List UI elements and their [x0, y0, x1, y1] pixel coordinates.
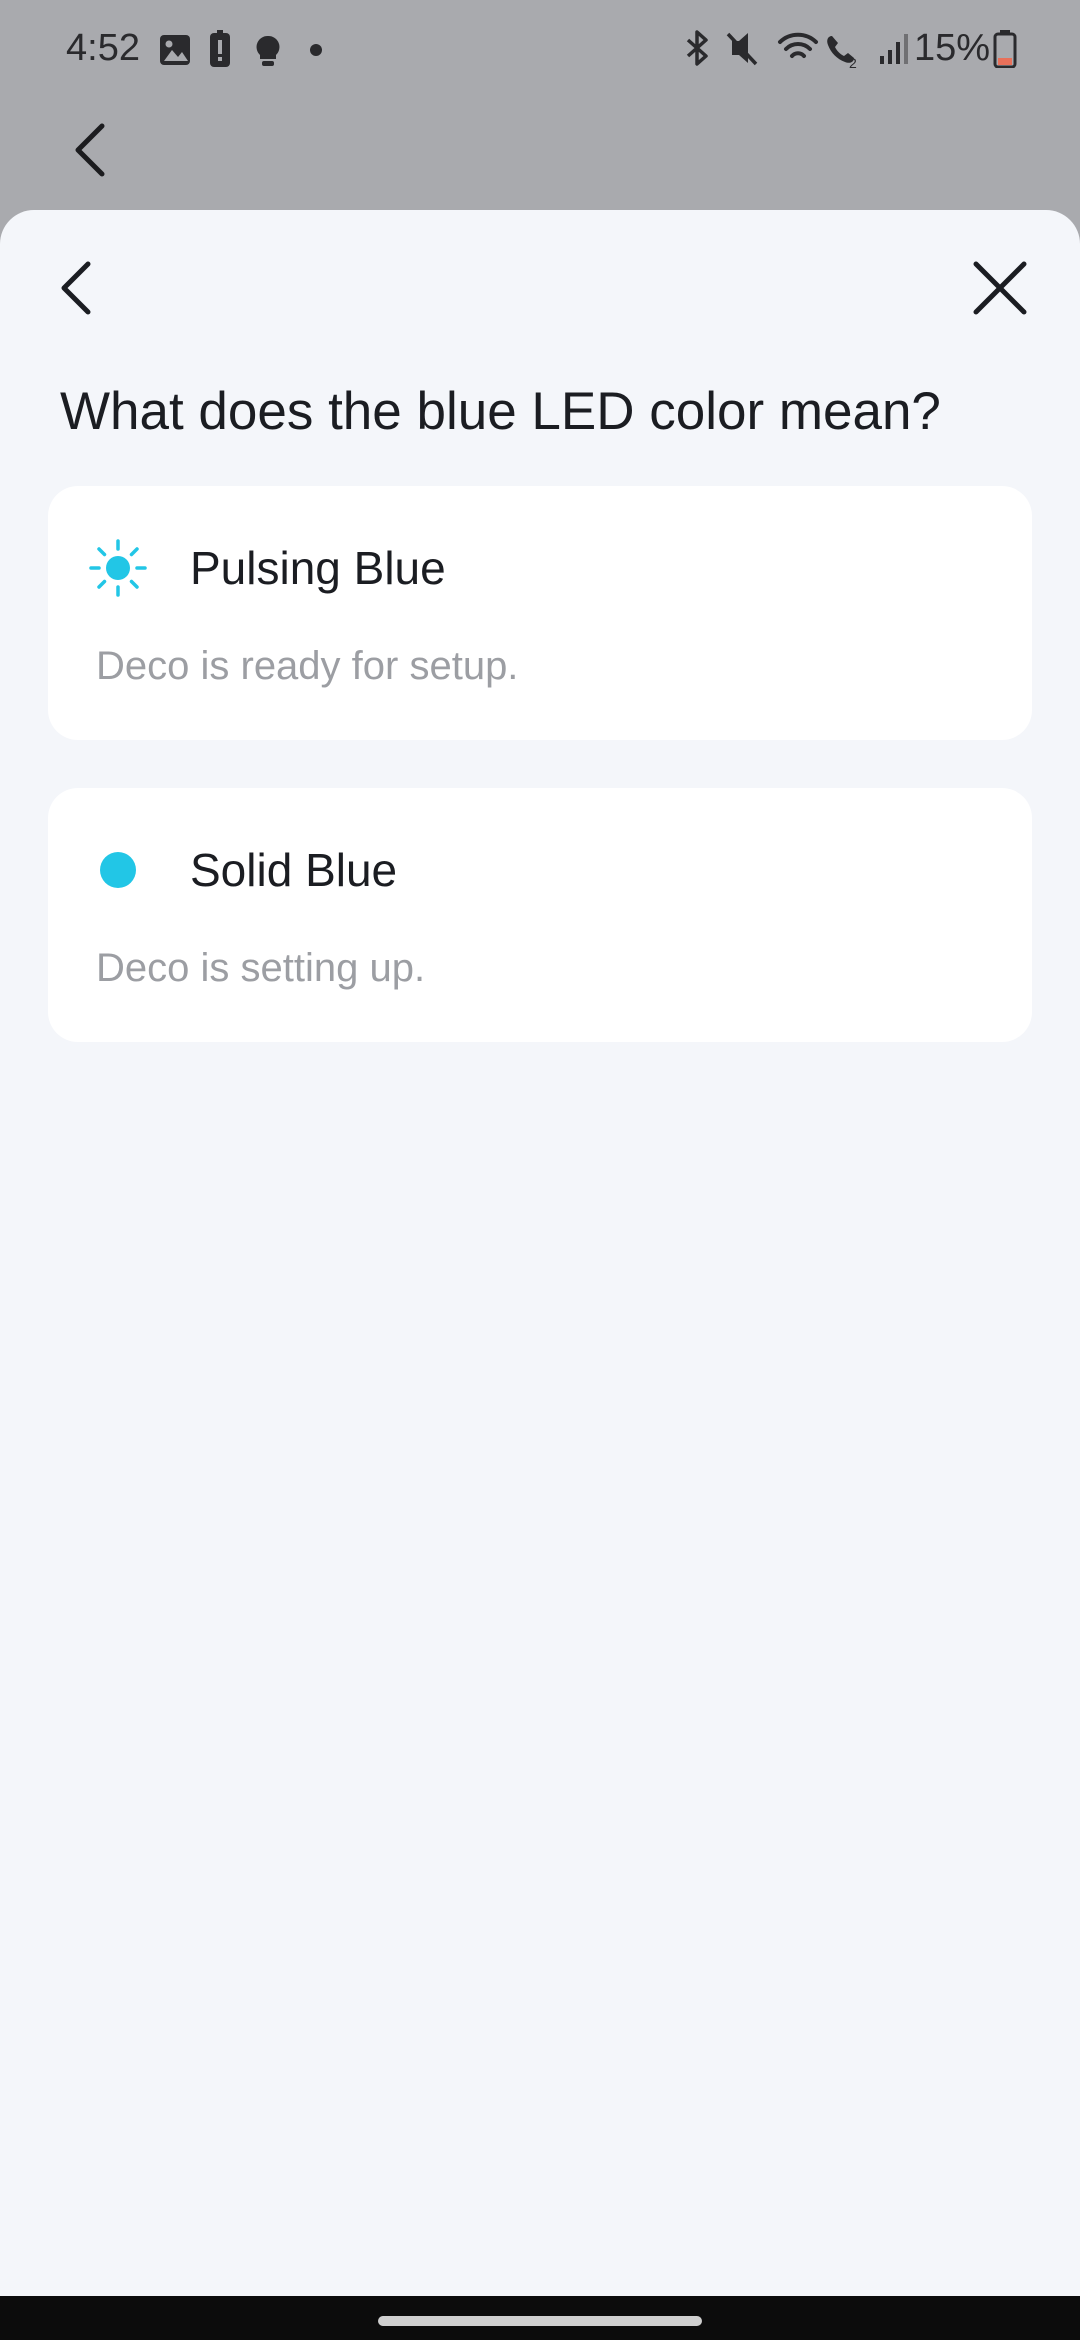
close-icon[interactable] — [966, 254, 1034, 322]
led-state-description: Deco is setting up. — [96, 946, 426, 990]
led-help-sheet: What does the blue LED color mean? Pulsi… — [0, 210, 1080, 2296]
wifi-icon — [778, 32, 818, 58]
gallery-icon — [160, 35, 190, 65]
battery-alert-icon — [210, 30, 230, 67]
status-left-icons — [160, 30, 322, 67]
led-state-name: Pulsing Blue — [190, 542, 446, 594]
led-state-name: Solid Blue — [190, 844, 398, 896]
battery-percentage: 15% — [914, 27, 991, 69]
battery-icon — [993, 30, 1017, 68]
bluetooth-icon — [686, 30, 708, 66]
led-state-card-pulsing-blue: Pulsing Blue Deco is ready for setup. — [48, 486, 1032, 740]
solid-led-icon — [100, 852, 136, 888]
wifi-call-icon: 2 — [827, 36, 857, 70]
page-title: What does the blue LED color mean? — [60, 382, 941, 441]
tips-bulb-icon — [256, 35, 280, 66]
led-state-description: Deco is ready for setup. — [96, 644, 519, 688]
svg-text:2: 2 — [849, 55, 857, 70]
dot-icon — [310, 44, 322, 56]
signal-icon — [880, 34, 908, 64]
pulsing-led-icon — [89, 539, 147, 597]
status-time: 4:52 — [66, 27, 140, 69]
status-bar: 4:52 2 15% — [0, 0, 1080, 96]
status-right-icons: 2 — [686, 30, 908, 70]
background-back-icon — [75, 123, 105, 177]
home-indicator[interactable] — [378, 2316, 702, 2326]
led-state-card-solid-blue: Solid Blue Deco is setting up. — [48, 788, 1032, 1042]
back-icon[interactable] — [48, 250, 108, 326]
mute-icon — [726, 32, 758, 66]
